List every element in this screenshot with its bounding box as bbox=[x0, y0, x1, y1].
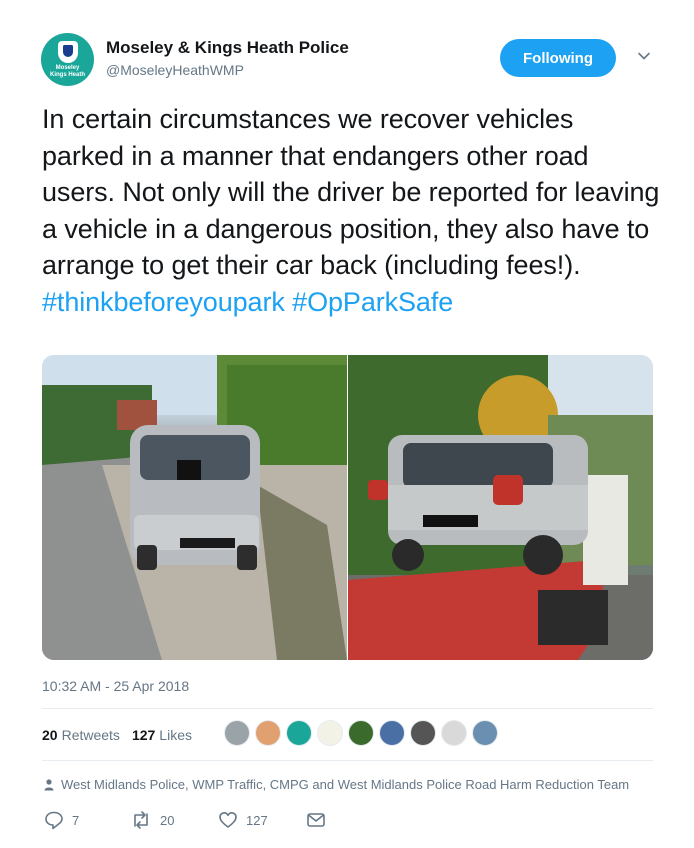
chevron-down-icon[interactable] bbox=[636, 48, 652, 64]
liker-avatar[interactable] bbox=[286, 720, 312, 746]
following-button[interactable]: Following bbox=[500, 39, 616, 77]
photo-car-on-recovery-truck-image bbox=[348, 355, 653, 660]
person-icon bbox=[44, 778, 54, 790]
retweet-icon bbox=[134, 811, 148, 829]
avatar-text-line2: Kings Heath bbox=[49, 71, 85, 78]
liker-avatar[interactable] bbox=[255, 720, 281, 746]
likes-stat[interactable]: 127 Likes bbox=[132, 727, 192, 743]
photo-car-on-pavement[interactable] bbox=[42, 355, 347, 660]
liker-avatar[interactable] bbox=[224, 720, 250, 746]
tagged-users[interactable]: West Midlands Police, WMP Traffic, CMPG … bbox=[44, 777, 629, 792]
avatar[interactable]: Moseley Kings Heath bbox=[41, 33, 94, 86]
heart-icon bbox=[219, 812, 237, 828]
reply-icon bbox=[45, 811, 63, 830]
retweets-label: Retweets bbox=[61, 727, 120, 743]
media-grid bbox=[42, 355, 653, 660]
retweets-count: 20 bbox=[42, 727, 58, 743]
direct-message-button[interactable] bbox=[306, 810, 326, 830]
tweet-actions: 7 20 127 bbox=[44, 810, 326, 830]
likes-label: Likes bbox=[159, 727, 192, 743]
avatar-text-line1: Moseley bbox=[55, 64, 80, 71]
retweet-count: 20 bbox=[160, 812, 175, 828]
tweet-body: In certain circumstances we recover vehi… bbox=[42, 104, 660, 280]
liker-avatar[interactable] bbox=[410, 720, 436, 746]
engagement-stats: 20 Retweets 127 Likes bbox=[42, 724, 204, 746]
message-icon bbox=[307, 813, 325, 827]
tweet-timestamp[interactable]: 10:32 AM - 25 Apr 2018 bbox=[42, 678, 189, 694]
like-count: 127 bbox=[246, 812, 268, 828]
tagged-users-text: West Midlands Police, WMP Traffic, CMPG … bbox=[61, 777, 630, 792]
liker-avatar[interactable] bbox=[317, 720, 343, 746]
liker-avatar[interactable] bbox=[379, 720, 405, 746]
tweet-text: In certain circumstances we recover vehi… bbox=[42, 101, 662, 320]
liker-avatars bbox=[224, 720, 503, 746]
liker-avatar[interactable] bbox=[472, 720, 498, 746]
photo-car-on-pavement-image bbox=[42, 355, 347, 660]
likes-count: 127 bbox=[131, 727, 156, 743]
like-button[interactable]: 127 bbox=[218, 810, 306, 830]
reply-button[interactable]: 7 bbox=[44, 810, 130, 830]
police-crest-icon bbox=[57, 40, 78, 63]
display-name[interactable]: Moseley & Kings Heath Police bbox=[106, 38, 349, 58]
hashtag-link[interactable]: #OpParkSafe bbox=[292, 287, 453, 317]
retweet-button[interactable]: 20 bbox=[130, 810, 218, 830]
reply-count: 7 bbox=[72, 812, 80, 828]
retweets-stat[interactable]: 20 Retweets bbox=[42, 727, 120, 743]
user-handle[interactable]: @MoseleyHeathWMP bbox=[106, 62, 244, 78]
divider bbox=[42, 708, 653, 709]
photo-car-on-recovery-truck[interactable] bbox=[348, 355, 653, 660]
hashtag-link[interactable]: #thinkbeforeyoupark bbox=[42, 287, 285, 317]
liker-avatar[interactable] bbox=[348, 720, 374, 746]
divider bbox=[42, 760, 653, 761]
liker-avatar[interactable] bbox=[441, 720, 467, 746]
